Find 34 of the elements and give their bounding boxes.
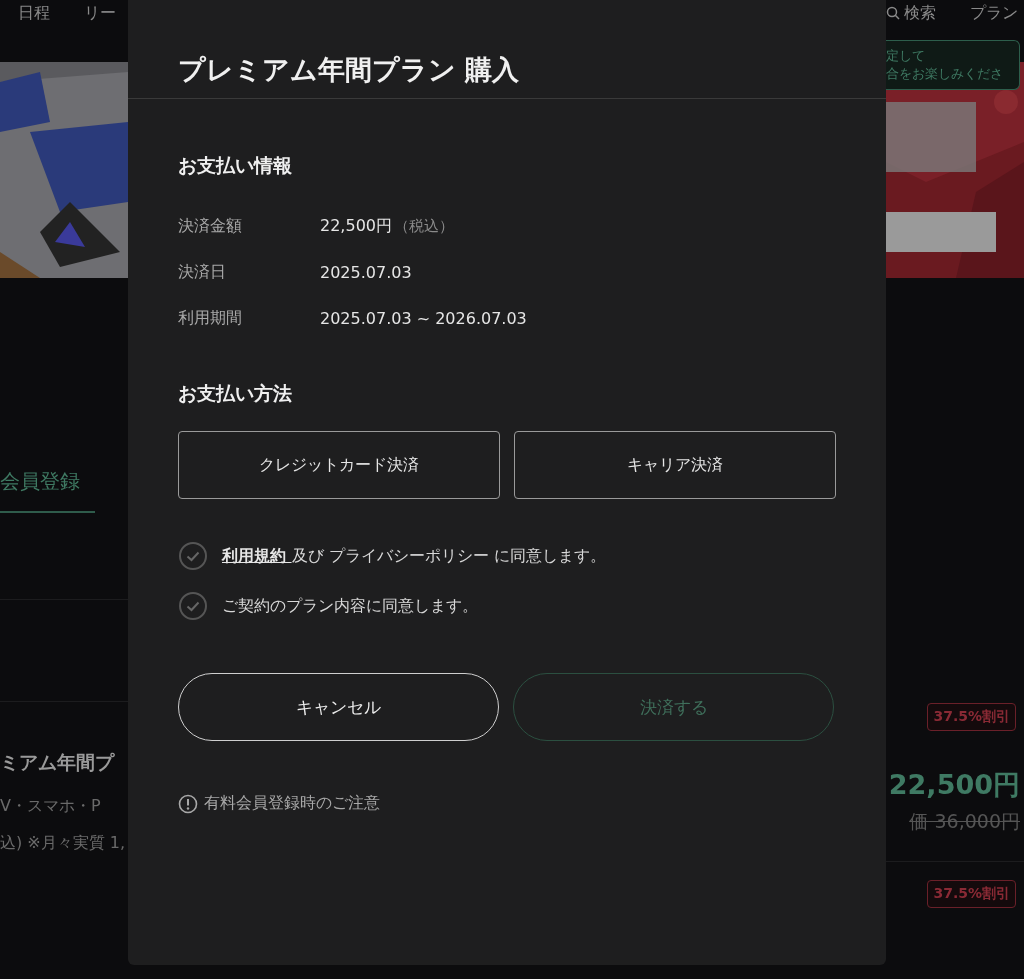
price: 22,500円 — [888, 768, 1020, 802]
info-label: 利用期間 — [178, 307, 243, 329]
plan-note: 込) ※月々実質 1, — [0, 833, 127, 854]
original-price: 価 36,000円 — [909, 809, 1020, 834]
discount-badge: 37.5%割引 — [927, 880, 1016, 908]
tooltip-text: 合をお楽しみくださ — [886, 65, 1004, 83]
terms-link[interactable]: 利用規約 — [222, 545, 292, 565]
agreement-text: ご契約のプラン内容に同意します。 — [222, 595, 478, 617]
plan-devices: V・スマホ・P — [0, 796, 102, 817]
nav-link[interactable]: 日程 — [18, 2, 50, 24]
tab[interactable]: 会員登録 — [0, 468, 95, 513]
dialog-title: プレミアム年間プラン 購入 — [128, 0, 886, 99]
plan-name: ミアム年間プ — [0, 750, 116, 775]
check-icon[interactable] — [178, 591, 208, 621]
nav-link[interactable]: リー — [84, 2, 116, 24]
notice-link[interactable]: 有料会員登録時のご注意 — [204, 793, 380, 814]
tax-note: （税込） — [394, 216, 454, 236]
info-icon — [178, 793, 198, 814]
info-value: 2025.07.03 — [320, 262, 412, 282]
tooltip-text: 定して — [886, 47, 926, 65]
info-value: 2025.07.03 ~ 2026.07.03 — [320, 308, 527, 328]
payment-method-button[interactable]: キャリア決済 — [514, 431, 836, 499]
search-icon — [886, 6, 900, 20]
discount-badge: 37.5%割引 — [927, 703, 1016, 731]
payment-method-button[interactable]: クレジットカード決済 — [178, 431, 500, 499]
section-heading: お支払い情報 — [178, 153, 293, 178]
info-value: 22,500円 — [320, 215, 392, 237]
info-label: 決済日 — [178, 261, 227, 283]
check-icon[interactable] — [178, 541, 208, 571]
info-label: 決済金額 — [178, 215, 243, 237]
search-link[interactable]: 検索 — [886, 2, 936, 24]
nav-link[interactable]: プラン — [970, 2, 1018, 24]
section-heading: お支払い方法 — [178, 381, 293, 406]
agreement-text: 利用規約 及び プライバシーポリシー に同意します。 — [222, 545, 606, 567]
